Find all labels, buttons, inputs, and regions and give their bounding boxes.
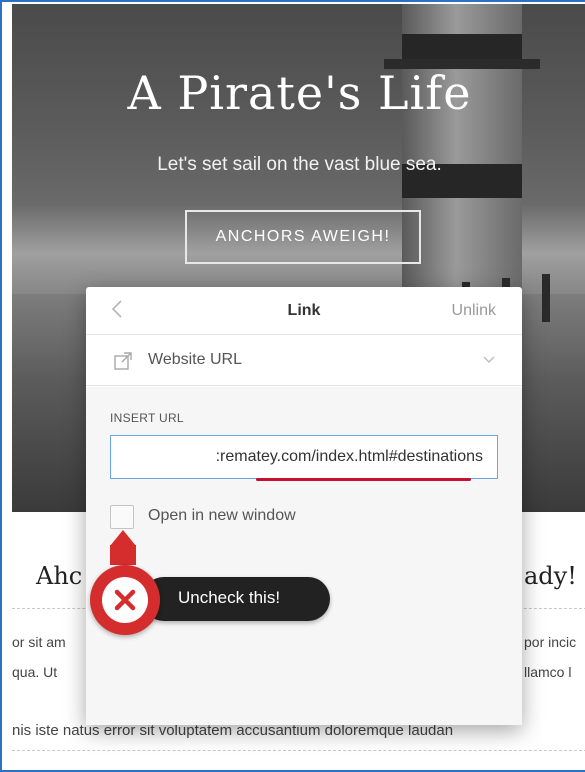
link-popover: Link Unlink Website URL INSERT URL Open …: [86, 287, 522, 725]
callout-badge-inner: [102, 577, 148, 623]
callout-badge: [90, 565, 160, 635]
callout-arrow: [110, 530, 136, 546]
open-new-window-checkbox[interactable]: [110, 505, 134, 529]
section-heading-right: ady!: [524, 562, 577, 590]
open-new-window-label[interactable]: Open in new window: [148, 507, 296, 525]
pier-post: [542, 274, 550, 322]
popover-header: Link Unlink: [86, 287, 522, 335]
url-input[interactable]: [110, 435, 498, 479]
unlink-button[interactable]: Unlink: [452, 302, 496, 320]
chevron-down-icon: [483, 356, 495, 363]
callout-text: Uncheck this!: [178, 588, 281, 607]
anchors-aweigh-button[interactable]: ANCHORS AWEIGH!: [185, 210, 421, 264]
divider: [12, 750, 585, 751]
external-link-icon: [114, 352, 132, 370]
paragraph-line: llamco l: [524, 664, 572, 680]
paragraph-line: por incic: [524, 634, 577, 650]
link-type-label: Website URL: [148, 351, 242, 368]
url-highlight-underline: [256, 478, 471, 481]
hero-subtitle: Let's set sail on the vast blue sea.: [157, 154, 442, 175]
link-type-select[interactable]: Website URL: [86, 336, 522, 386]
callout-stem: [110, 545, 136, 565]
paragraph-line: or sit am: [12, 634, 66, 650]
paragraph-line: qua. Ut: [12, 664, 58, 680]
screenshot-frame: A Pirate's Life Let's set sail on the va…: [0, 0, 585, 772]
insert-url-label: INSERT URL: [110, 411, 184, 425]
section-heading-left: Ahc: [36, 562, 83, 590]
hero-title: A Pirate's Life: [127, 66, 472, 120]
url-section: INSERT URL Open in new window: [86, 387, 522, 725]
close-icon: [114, 589, 136, 611]
